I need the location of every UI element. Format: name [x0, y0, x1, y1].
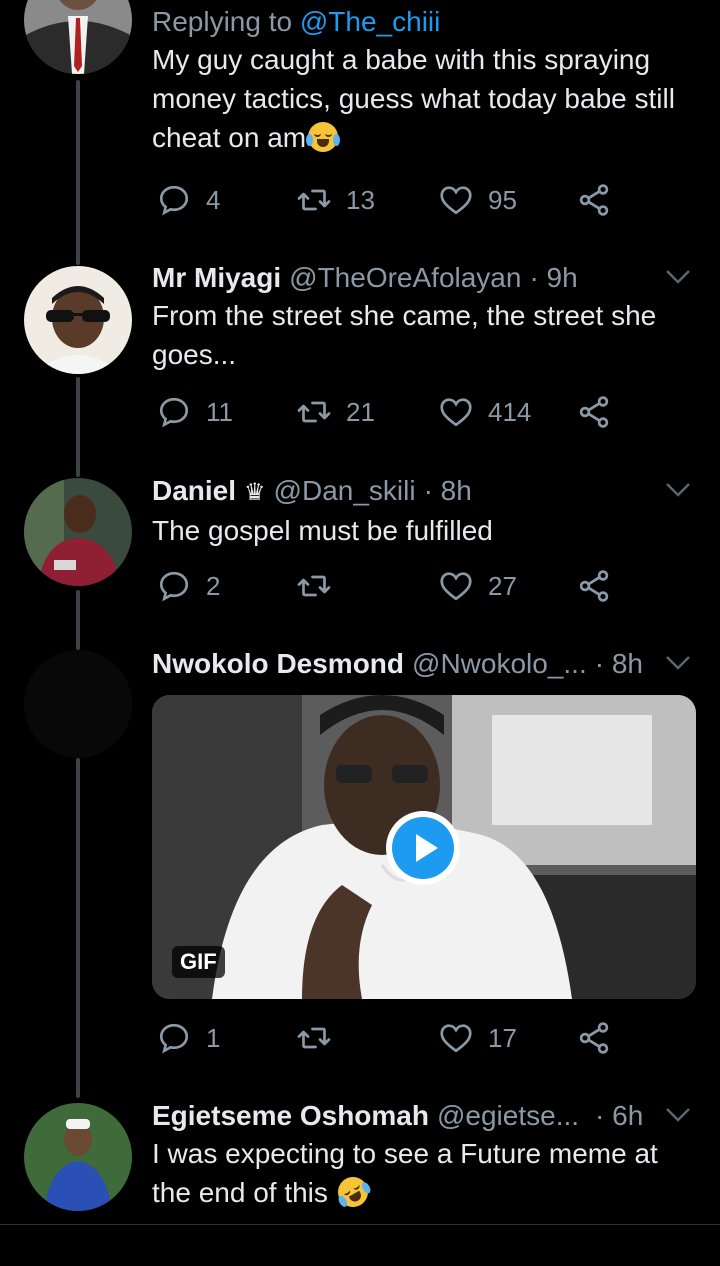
retweet-button[interactable]: 21: [296, 394, 375, 430]
avatar[interactable]: [24, 478, 132, 586]
reply-icon: [159, 397, 189, 428]
thread-line: [76, 80, 80, 265]
replying-prefix: Replying to: [152, 6, 300, 37]
tweet-actions: 1 17: [152, 1020, 632, 1060]
heart-icon: [440, 572, 472, 601]
reply-button[interactable]: 11: [156, 394, 233, 430]
rolling-on-floor-laughing-emoji: [332, 1171, 374, 1213]
reply-icon: [159, 185, 189, 216]
display-name[interactable]: Mr Miyagi: [152, 260, 281, 296]
heart-icon: [440, 1024, 472, 1053]
like-count: 414: [488, 396, 532, 427]
like-button[interactable]: 95: [438, 182, 517, 218]
thread-line: [76, 758, 80, 1098]
timestamp[interactable]: · 6h: [595, 1098, 643, 1134]
tweet-header: Egietseme Oshomah @egietse... · 6h: [152, 1098, 696, 1134]
tweet-text: From the street she came, the street she…: [152, 300, 657, 370]
retweet-icon: [297, 1027, 331, 1049]
tweet[interactable]: Daniel ♛ @Dan_skili · 8h The gospel must…: [152, 473, 696, 550]
tweet[interactable]: Mr Miyagi @TheOreAfolayan · 9h From the …: [152, 260, 696, 374]
username[interactable]: @egietse...: [437, 1098, 579, 1134]
like-count: 95: [488, 184, 517, 215]
tweet-text-content: My guy caught a babe with this spraying …: [152, 44, 675, 153]
share-icon: [579, 184, 609, 216]
replying-to: Replying to @The_chiii: [152, 4, 696, 40]
display-name[interactable]: Daniel: [152, 473, 236, 509]
retweet-button[interactable]: [296, 1020, 346, 1056]
retweet-icon: [297, 189, 331, 211]
reply-count: 4: [206, 184, 221, 215]
tweet-text: The gospel must be fulfilled: [152, 515, 493, 546]
retweet-count: 21: [346, 396, 375, 427]
reply-button[interactable]: 2: [156, 568, 220, 604]
play-icon: [392, 817, 454, 879]
like-button[interactable]: 414: [438, 394, 531, 430]
tweet-actions: 2 27: [152, 568, 632, 608]
like-count: 27: [488, 570, 517, 601]
share-button[interactable]: [576, 568, 612, 604]
heart-icon: [440, 398, 472, 427]
timestamp[interactable]: · 9h: [529, 260, 577, 296]
tweet[interactable]: Nwokolo Desmond @Nwokolo_... · 8h: [152, 646, 696, 682]
share-icon: [579, 1022, 609, 1054]
chevron-down-icon[interactable]: [664, 479, 692, 501]
share-button[interactable]: [576, 182, 612, 218]
play-button[interactable]: [386, 811, 460, 885]
like-button[interactable]: 27: [438, 568, 517, 604]
username[interactable]: @Dan_skili: [274, 473, 416, 509]
tweet-text-content: I was expecting to see a Future meme at …: [152, 1138, 658, 1208]
share-button[interactable]: [576, 1020, 612, 1056]
display-name[interactable]: Nwokolo Desmond: [152, 646, 404, 682]
gif-media[interactable]: GIF: [152, 695, 696, 999]
reply-button[interactable]: 1: [156, 1020, 220, 1056]
avatar[interactable]: [24, 0, 132, 74]
thread-line: [76, 590, 80, 650]
tweet-actions: 11 21 414: [152, 394, 632, 434]
tweet-header: Mr Miyagi @TheOreAfolayan · 9h: [152, 260, 696, 296]
reply-count: 2: [206, 570, 221, 601]
tweet-actions: 4 13 95: [152, 182, 632, 222]
tweet-header: Nwokolo Desmond @Nwokolo_... · 8h: [152, 646, 696, 682]
tweet-text: My guy caught a babe with this spraying …: [152, 40, 696, 157]
reply-icon: [159, 1023, 189, 1054]
like-button[interactable]: 17: [438, 1020, 517, 1056]
tweet[interactable]: Replying to @The_chiii My guy caught a b…: [152, 4, 696, 157]
retweet-count: 13: [346, 184, 375, 215]
reply-count: 1: [206, 1022, 221, 1053]
reply-icon: [159, 571, 189, 602]
retweet-icon: [297, 575, 331, 597]
chevron-down-icon[interactable]: [664, 652, 692, 674]
retweet-button[interactable]: 13: [296, 182, 375, 218]
like-count: 17: [488, 1022, 517, 1053]
avatar[interactable]: [24, 266, 132, 374]
avatar[interactable]: [24, 1103, 132, 1211]
share-icon: [579, 570, 609, 602]
chevron-down-icon[interactable]: [664, 266, 692, 288]
gif-badge: GIF: [172, 946, 225, 978]
tweet-text: I was expecting to see a Future meme at …: [152, 1134, 696, 1213]
replying-to-link[interactable]: @The_chiii: [300, 6, 440, 37]
username[interactable]: @TheOreAfolayan: [289, 260, 521, 296]
retweet-icon: [297, 401, 331, 423]
timestamp[interactable]: · 8h: [595, 646, 643, 682]
reply-count: 11: [206, 396, 233, 427]
username[interactable]: @Nwokolo_...: [412, 646, 587, 682]
divider: [0, 1224, 720, 1225]
share-button[interactable]: [576, 394, 612, 430]
crown-badge: ♛: [244, 479, 266, 506]
loudly-crying-face-emoji: [306, 122, 341, 152]
heart-icon: [440, 186, 472, 215]
display-name[interactable]: Egietseme Oshomah: [152, 1098, 429, 1134]
share-icon: [579, 396, 609, 428]
thread-line: [76, 377, 80, 477]
chevron-down-icon[interactable]: [664, 1104, 692, 1126]
timestamp[interactable]: · 8h: [424, 473, 472, 509]
reply-button[interactable]: 4: [156, 182, 220, 218]
tweet[interactable]: Egietseme Oshomah @egietse... · 6h I was…: [152, 1098, 696, 1213]
retweet-button[interactable]: [296, 568, 346, 604]
avatar[interactable]: [24, 650, 132, 758]
tweet-header: Daniel ♛ @Dan_skili · 8h: [152, 473, 696, 511]
